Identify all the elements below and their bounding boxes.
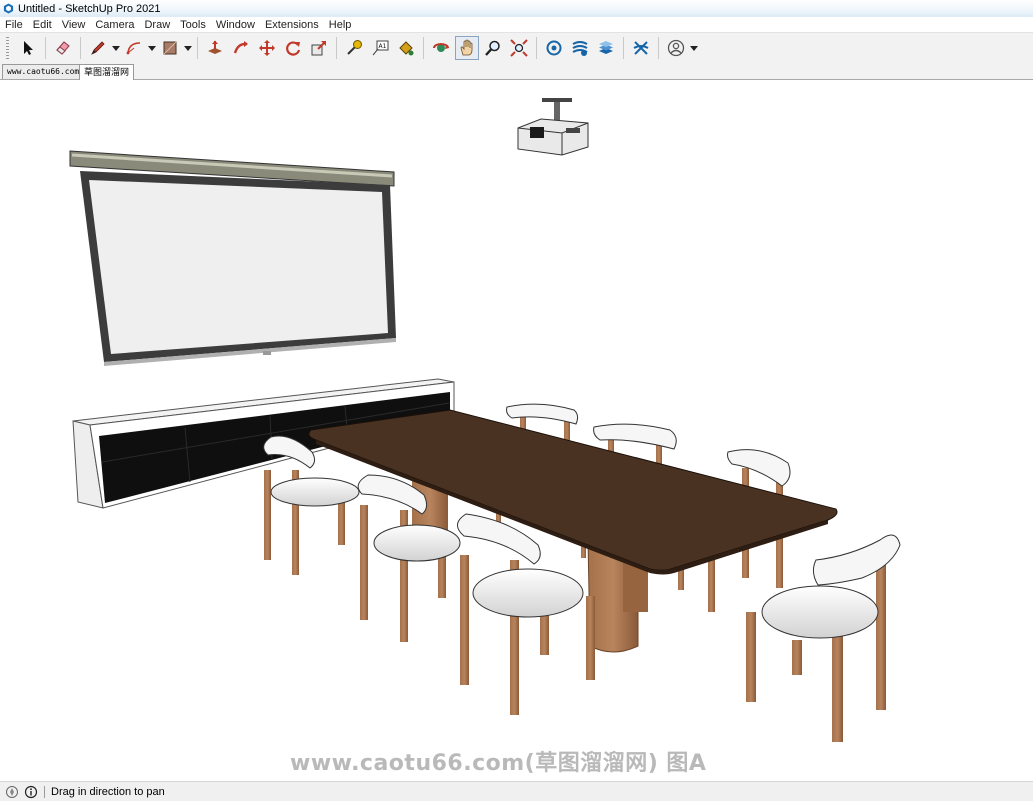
toolbar-separator <box>336 37 337 59</box>
status-bar: Drag in direction to pan <box>0 781 1033 801</box>
push-pull-tool-button[interactable] <box>203 36 227 60</box>
menu-file[interactable]: File <box>0 19 28 31</box>
menu-tools[interactable]: Tools <box>175 19 211 31</box>
push-pull-icon <box>208 40 222 54</box>
extension-warehouse-icon <box>572 41 588 56</box>
line-tool-dropdown[interactable] <box>111 36 121 60</box>
toolbar-separator <box>623 37 624 59</box>
toolbar-separator <box>658 37 659 59</box>
line-tool-button[interactable] <box>86 36 110 60</box>
scene-tab-website[interactable]: www.caotu66.com <box>2 64 85 79</box>
paint-bucket-tool-button[interactable] <box>394 36 418 60</box>
scene-tabs-bar: www.caotu66.com 草图溜溜网 <box>0 63 1033 80</box>
orbit-icon <box>433 43 449 52</box>
menu-window[interactable]: Window <box>211 19 260 31</box>
extension-manager-button[interactable] <box>629 36 653 60</box>
chair-front-4 <box>746 534 901 742</box>
layout-button[interactable] <box>594 36 618 60</box>
chevron-down-icon <box>112 45 120 51</box>
layout-icon <box>599 41 613 54</box>
follow-me-tool-button[interactable] <box>229 36 253 60</box>
zoom-extents-tool-button[interactable] <box>507 36 531 60</box>
scale-tool-button[interactable] <box>307 36 331 60</box>
text-label-icon: A1 <box>372 40 389 56</box>
chevron-down-icon <box>148 45 156 51</box>
scale-icon <box>311 41 326 56</box>
text-tool-button[interactable]: A1 <box>368 36 392 60</box>
arc-icon <box>126 42 141 55</box>
account-button[interactable] <box>664 36 688 60</box>
arc-tool-dropdown[interactable] <box>147 36 157 60</box>
sketchup-app-icon <box>3 3 14 14</box>
eraser-icon <box>56 41 70 55</box>
menu-camera[interactable]: Camera <box>90 19 139 31</box>
follow-me-icon <box>233 41 248 54</box>
ceiling-projector <box>517 98 589 156</box>
toolbar-grip[interactable] <box>6 37 9 59</box>
tape-measure-tool-button[interactable] <box>342 36 366 60</box>
extension-warehouse-button[interactable] <box>568 36 592 60</box>
status-text: Drag in direction to pan <box>51 785 165 798</box>
select-tool-button[interactable] <box>16 36 40 60</box>
menu-help[interactable]: Help <box>324 19 357 31</box>
projection-screen <box>69 150 396 366</box>
zoom-extents-icon <box>510 39 528 57</box>
menu-view[interactable]: View <box>57 19 91 31</box>
menu-bar: File Edit View Camera Draw Tools Window … <box>0 17 1033 33</box>
arc-tool-button[interactable] <box>122 36 146 60</box>
chair-front-3 <box>457 513 595 715</box>
scene-tab-caotu[interactable]: 草图溜溜网 <box>79 64 135 80</box>
info-icon[interactable] <box>24 785 38 799</box>
rotate-icon <box>286 41 301 56</box>
pencil-line-icon <box>91 41 105 55</box>
toolbar-separator <box>423 37 424 59</box>
chevron-down-icon <box>690 45 698 51</box>
move-tool-button[interactable] <box>255 36 279 60</box>
account-icon <box>667 39 685 57</box>
3d-warehouse-icon <box>546 40 562 56</box>
zoom-icon <box>485 40 500 56</box>
shape-tool-dropdown[interactable] <box>183 36 193 60</box>
extension-manager-icon <box>633 41 649 55</box>
pan-hand-icon <box>460 39 473 56</box>
geo-location-icon[interactable] <box>5 785 19 799</box>
account-dropdown[interactable] <box>689 36 699 60</box>
status-divider <box>44 785 45 798</box>
toolbar-separator <box>536 37 537 59</box>
shape-tool-button[interactable] <box>158 36 182 60</box>
title-bar: Untitled - SketchUp Pro 2021 <box>0 0 1033 17</box>
move-icon <box>259 40 275 56</box>
rectangle-shape-icon <box>163 41 177 55</box>
svg-text:A1: A1 <box>379 43 387 50</box>
tape-measure-icon <box>347 40 362 55</box>
toolbar-separator <box>197 37 198 59</box>
menu-draw[interactable]: Draw <box>139 19 175 31</box>
menu-edit[interactable]: Edit <box>28 19 57 31</box>
drawing-viewport[interactable] <box>0 81 1033 778</box>
model-scene <box>69 98 901 742</box>
main-toolbar: A1 <box>0 33 1033 63</box>
eraser-tool-button[interactable] <box>51 36 75 60</box>
toolbar-separator <box>45 37 46 59</box>
window-title: Untitled - SketchUp Pro 2021 <box>18 2 161 15</box>
watermark-text: www.caotu66.com(草图溜溜网) 图A <box>290 751 707 776</box>
chevron-down-icon <box>184 45 192 51</box>
orbit-tool-button[interactable] <box>429 36 453 60</box>
paint-bucket-icon <box>399 41 414 56</box>
toolbar-separator <box>80 37 81 59</box>
pan-tool-button[interactable] <box>455 36 479 60</box>
3d-warehouse-button[interactable] <box>542 36 566 60</box>
select-arrow-icon <box>24 41 33 55</box>
zoom-tool-button[interactable] <box>481 36 505 60</box>
rotate-tool-button[interactable] <box>281 36 305 60</box>
menu-extensions[interactable]: Extensions <box>260 19 324 31</box>
